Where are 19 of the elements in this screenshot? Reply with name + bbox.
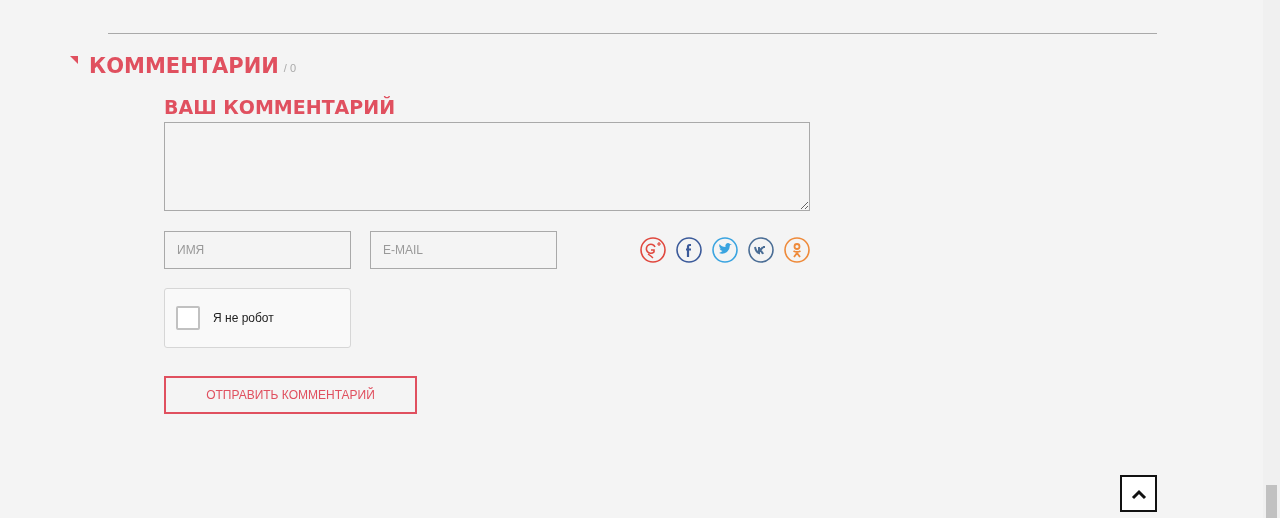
chevron-up-icon — [1130, 487, 1147, 500]
scroll-top-button[interactable] — [1120, 475, 1157, 512]
scrollbar[interactable] — [1263, 0, 1280, 518]
vk-icon[interactable] — [748, 237, 774, 263]
scrollbar-thumb[interactable] — [1266, 485, 1277, 518]
comment-count: / 0 — [283, 62, 297, 74]
googleplus-icon[interactable] — [640, 237, 666, 263]
name-field[interactable]: ИМЯ — [164, 231, 351, 269]
form-heading: ВАШ КОММЕНТАРИЙ — [164, 95, 397, 120]
facebook-icon[interactable] — [676, 237, 702, 263]
section-title: КОММЕНТАРИИ — [89, 54, 279, 78]
comment-field[interactable] — [164, 122, 810, 211]
corner-icon — [70, 56, 78, 64]
captcha-label: Я не робот — [213, 311, 274, 325]
odnoklassniki-icon[interactable] — [784, 237, 810, 263]
submit-button[interactable]: ОТПРАВИТЬ КОММЕНТАРИЙ — [164, 376, 417, 414]
email-field[interactable]: E-MAIL — [370, 231, 557, 269]
checkbox[interactable] — [176, 306, 200, 330]
twitter-icon[interactable] — [712, 237, 738, 263]
